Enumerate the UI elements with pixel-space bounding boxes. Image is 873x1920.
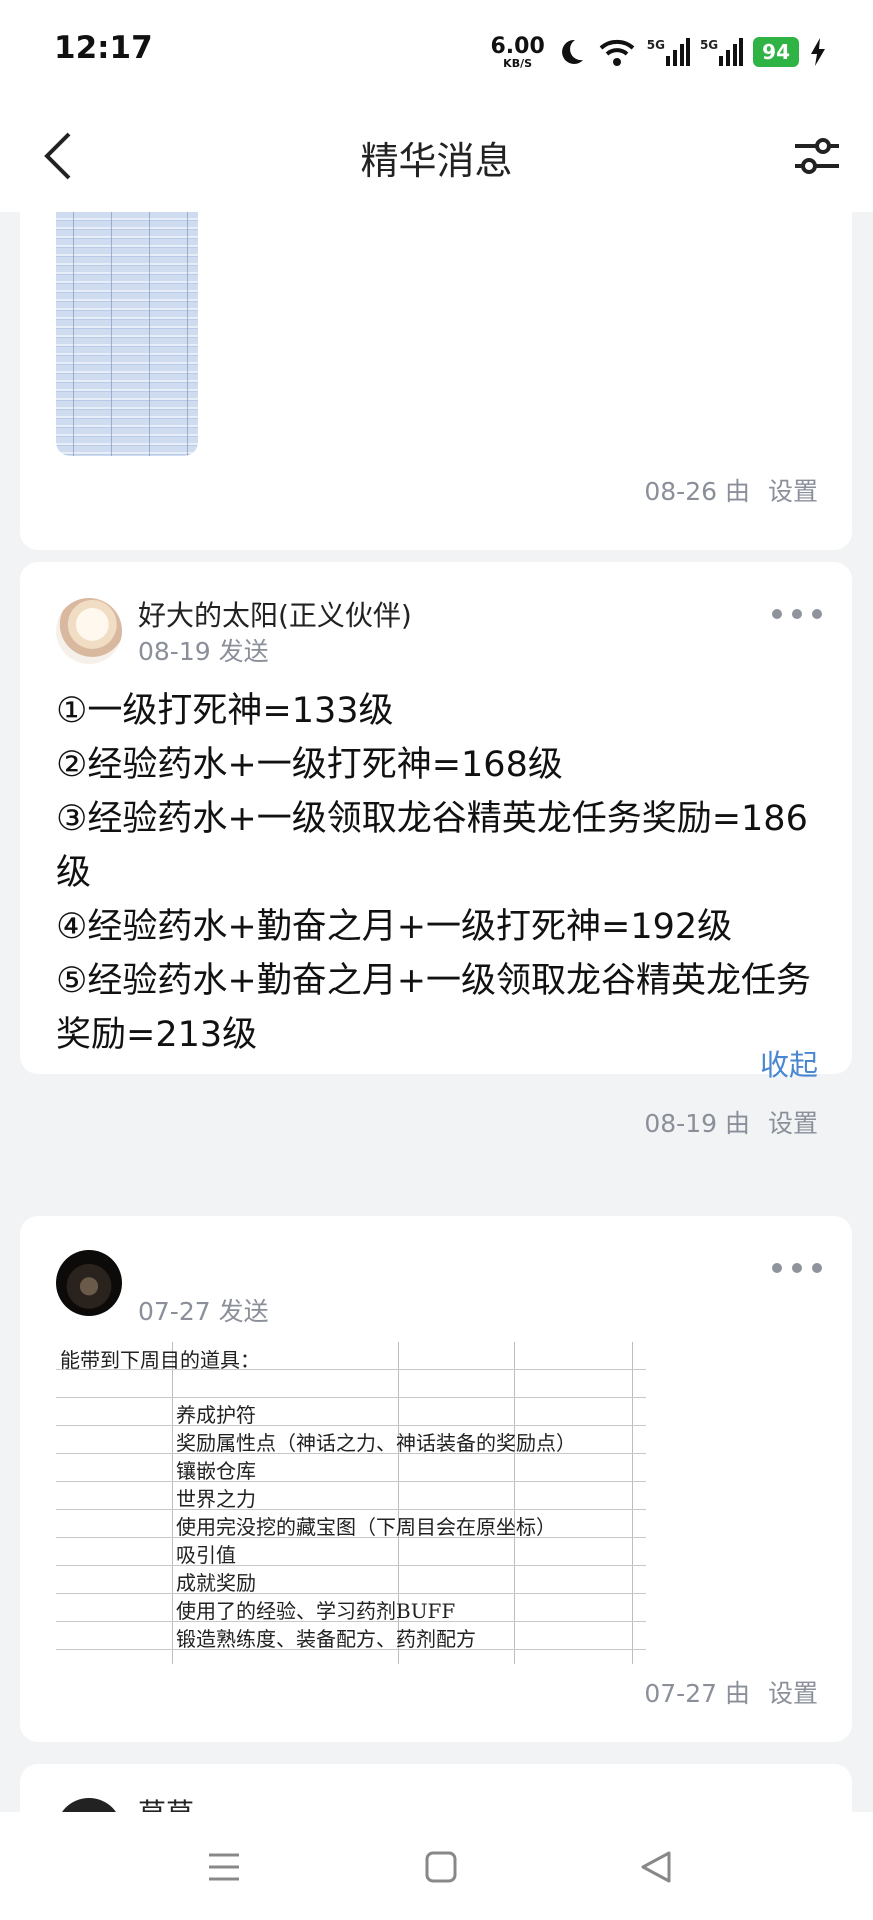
more-icon[interactable]: [772, 604, 822, 624]
network-speed: 6.00 KB/S: [490, 33, 545, 70]
post-text: ①一级打死神=133级 ②经验药水+一级打死神=168级 ③经验药水+一级领取龙…: [56, 684, 826, 1062]
system-navigation-bar: [0, 1812, 873, 1920]
avatar[interactable]: [56, 598, 122, 664]
sheet-item: 使用完没挖的藏宝图（下周目会在原坐标）: [176, 1515, 556, 1539]
sheet-item: 锻造熟练度、装备配方、药剂配方: [176, 1627, 476, 1651]
settings-link[interactable]: 设置: [768, 1674, 818, 1710]
nav-bar: 精华消息: [0, 100, 873, 212]
system-back-button[interactable]: [626, 1842, 686, 1892]
page-title: 精华消息: [360, 139, 513, 183]
meta-date: 08-19: [644, 1109, 718, 1138]
avatar[interactable]: [56, 1250, 122, 1316]
meta-by: 由: [724, 1109, 750, 1138]
post-card: 07-27 发送 能带到下周目的道具： 养成护符 奖励属性点（神话之力、神话装备…: [20, 1216, 852, 1742]
wifi-icon: [599, 39, 635, 66]
sheet-item: 养成护符: [176, 1403, 256, 1427]
home-button[interactable]: [411, 1842, 471, 1892]
charging-icon: [811, 38, 825, 66]
post-meta: 07-27 由 设置: [644, 1674, 818, 1710]
avatar[interactable]: [56, 1798, 122, 1812]
meta-date: 08-26: [644, 477, 718, 506]
sheet-item: 世界之力: [176, 1487, 256, 1511]
sim2-label: 5G: [699, 38, 719, 52]
sheet-heading: 能带到下周目的道具：: [60, 1348, 260, 1372]
signal-sim2: 5G: [699, 38, 744, 66]
post-line: ④经验药水+勤奋之月+一级打死神=192级: [56, 907, 733, 947]
sheet-item: 成就奖励: [176, 1571, 256, 1595]
settings-link[interactable]: 设置: [768, 472, 818, 508]
battery-level: 94: [753, 37, 799, 67]
network-speed-value: 6.00: [490, 33, 545, 59]
nav-back-icon: [641, 1851, 671, 1883]
sheet-item: 镶嵌仓库: [176, 1459, 256, 1483]
menu-icon: [209, 1853, 239, 1881]
more-icon[interactable]: [772, 1258, 822, 1278]
recent-apps-button[interactable]: [194, 1842, 254, 1892]
post-line: ⑤经验药水+勤奋之月+一级领取龙谷精英龙任务奖励=213级: [56, 961, 812, 1055]
post-date: 08-19 发送: [138, 637, 269, 666]
filter-button[interactable]: [787, 126, 847, 186]
essence-message-list[interactable]: 08-26 由 设置 好大的太阳(正义伙伴) 08-19 发送 ①一级打死神=1…: [0, 212, 873, 1812]
signal-sim1: 5G: [647, 38, 690, 66]
status-bar: 12:17 6.00 KB/S 5G 5G 94: [0, 0, 873, 100]
author-name[interactable]: 草草: [138, 1792, 194, 1812]
sim1-label: 5G: [646, 38, 665, 52]
sheet-item: 吸引值: [176, 1543, 236, 1567]
post-line: ②经验药水+一级打死神=168级: [56, 745, 563, 785]
settings-link[interactable]: 设置: [768, 1104, 818, 1140]
meta-date: 07-27: [644, 1679, 718, 1708]
author-name[interactable]: 好大的太阳(正义伙伴): [138, 594, 412, 634]
post-card: 好大的太阳(正义伙伴) 08-19 发送 ①一级打死神=133级 ②经验药水+一…: [20, 562, 852, 1138]
post-line: ③经验药水+一级领取龙谷精英龙任务奖励=186级: [56, 799, 808, 893]
meta-by: 由: [724, 477, 750, 506]
post-date: 07-27 发送: [138, 1297, 269, 1326]
post-meta: 08-19 由 设置: [644, 1104, 818, 1140]
post-card: 草草: [20, 1764, 852, 1812]
post-meta: 08-26 由 设置: [644, 472, 818, 508]
sheet-item: 奖励属性点（神话之力、神话装备的奖励点）: [176, 1431, 576, 1455]
post-card: 08-26 由 设置: [20, 212, 852, 550]
collapse-link[interactable]: 收起: [760, 1042, 818, 1084]
sheet-item: 使用了的经验、学习药剂BUFF: [176, 1599, 456, 1623]
signal-bars-icon: [665, 38, 690, 66]
network-speed-unit: KB/S: [503, 56, 533, 70]
filter-icon: [795, 138, 839, 174]
moon-icon: [561, 39, 583, 64]
meta-by: 由: [724, 1679, 750, 1708]
signal-bars-icon: [719, 38, 744, 66]
post-line: ①一级打死神=133级: [56, 691, 394, 731]
post-image-thumbnail[interactable]: [56, 212, 198, 456]
status-icons: 6.00 KB/S 5G 5G 94: [490, 30, 827, 74]
post-image[interactable]: 能带到下周目的道具： 养成护符 奖励属性点（神话之力、神话装备的奖励点） 镶嵌仓…: [56, 1342, 646, 1664]
home-icon: [425, 1851, 457, 1883]
status-time: 12:17: [54, 30, 153, 66]
